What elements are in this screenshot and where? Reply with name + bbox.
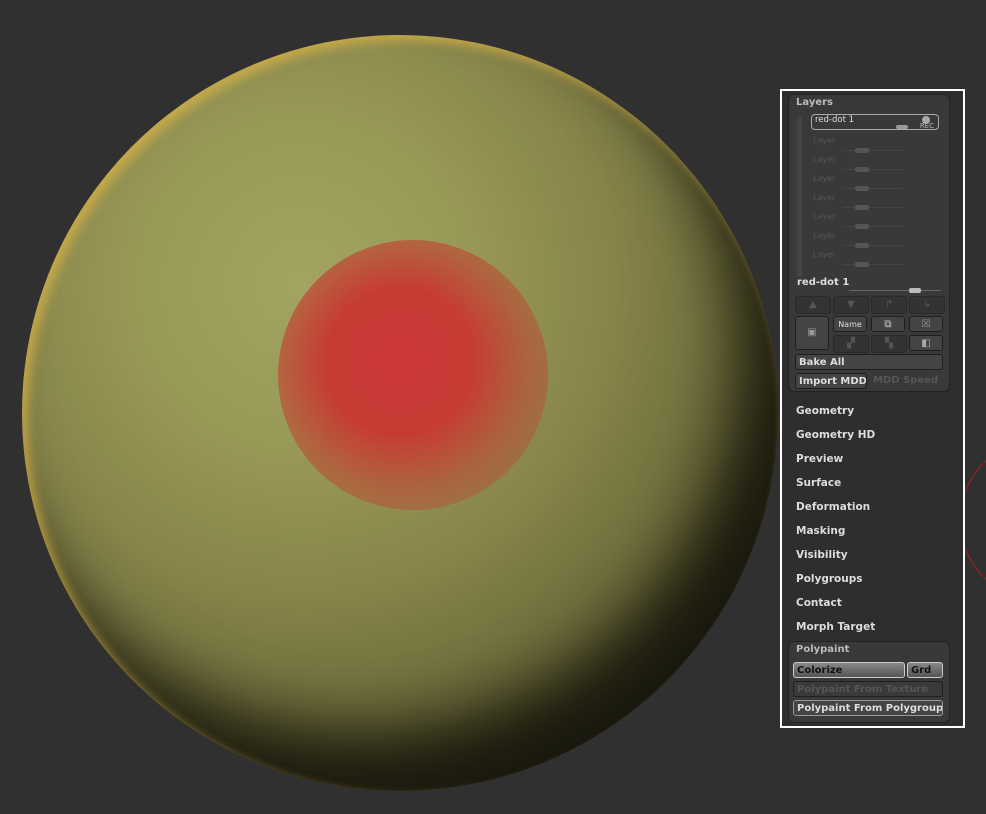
copy-layer-icon[interactable]: ◧: [909, 335, 943, 351]
menu-morph-target[interactable]: Morph Target: [796, 621, 875, 633]
layer-item[interactable]: Layer: [813, 212, 943, 230]
menu-masking[interactable]: Masking: [796, 525, 845, 537]
menu-geometry-hd[interactable]: Geometry HD: [796, 429, 875, 441]
polypaint-from-texture-button[interactable]: Polypaint From Texture: [793, 681, 943, 697]
layer-name: red-dot 1: [815, 115, 855, 125]
move-up-icon[interactable]: ▲: [795, 296, 831, 314]
split-icon[interactable]: ▚: [871, 335, 907, 353]
bake-all-button[interactable]: Bake All: [795, 354, 943, 370]
menu-surface[interactable]: Surface: [796, 477, 841, 489]
layer-item[interactable]: Layer: [813, 250, 943, 268]
selected-layer-label: red-dot 1: [797, 277, 850, 288]
menu-contact[interactable]: Contact: [796, 597, 842, 609]
merge-down-icon[interactable]: ▞: [833, 335, 869, 353]
new-layer-button[interactable]: ▣: [795, 316, 829, 350]
menu-geometry[interactable]: Geometry: [796, 405, 854, 417]
layer-item[interactable]: Layer: [813, 155, 943, 173]
tool-palette: Layers red-dot 1 REC Layer Layer Layer L…: [780, 89, 965, 728]
delete-layer-icon[interactable]: ☒: [909, 316, 943, 332]
layer-item[interactable]: Layer: [813, 231, 943, 249]
menu-polygroups[interactable]: Polygroups: [796, 573, 863, 585]
polypaint-group: Polypaint Colorize Grd Polypaint From Te…: [788, 641, 950, 723]
colorize-toggle[interactable]: Colorize: [793, 662, 905, 678]
mdd-speed-slider[interactable]: MDD Speed: [873, 375, 938, 386]
grd-toggle[interactable]: Grd: [907, 662, 943, 678]
import-mdd-button[interactable]: Import MDD: [795, 373, 867, 389]
layer-item-active[interactable]: red-dot 1 REC: [811, 114, 939, 130]
menu-preview[interactable]: Preview: [796, 453, 843, 465]
move-down-icon[interactable]: ▼: [833, 296, 869, 314]
layers-scrollbar[interactable]: [797, 117, 802, 277]
layer-item[interactable]: Layer: [813, 193, 943, 211]
layer-item[interactable]: Layer: [813, 174, 943, 192]
layers-group: Layers red-dot 1 REC Layer Layer Layer L…: [788, 94, 950, 392]
redo-arrow-icon[interactable]: ↱: [871, 296, 907, 314]
polypaint-title[interactable]: Polypaint: [789, 642, 949, 657]
rec-dot-icon: [922, 116, 930, 124]
red-dot-paint: [278, 240, 548, 510]
layer-intensity-slider[interactable]: [849, 288, 941, 293]
menu-visibility[interactable]: Visibility: [796, 549, 848, 561]
layer-item[interactable]: Layer: [813, 136, 943, 154]
layers-title[interactable]: Layers: [789, 95, 949, 110]
menu-deformation[interactable]: Deformation: [796, 501, 870, 513]
turn-arrow-icon[interactable]: ↳: [909, 296, 945, 314]
duplicate-layer-icon[interactable]: ⧉: [871, 316, 905, 332]
name-button[interactable]: Name: [833, 316, 867, 332]
layer-opacity-slider[interactable]: [896, 125, 908, 129]
polypaint-from-polygroups-button[interactable]: Polypaint From Polygroups: [793, 700, 943, 716]
